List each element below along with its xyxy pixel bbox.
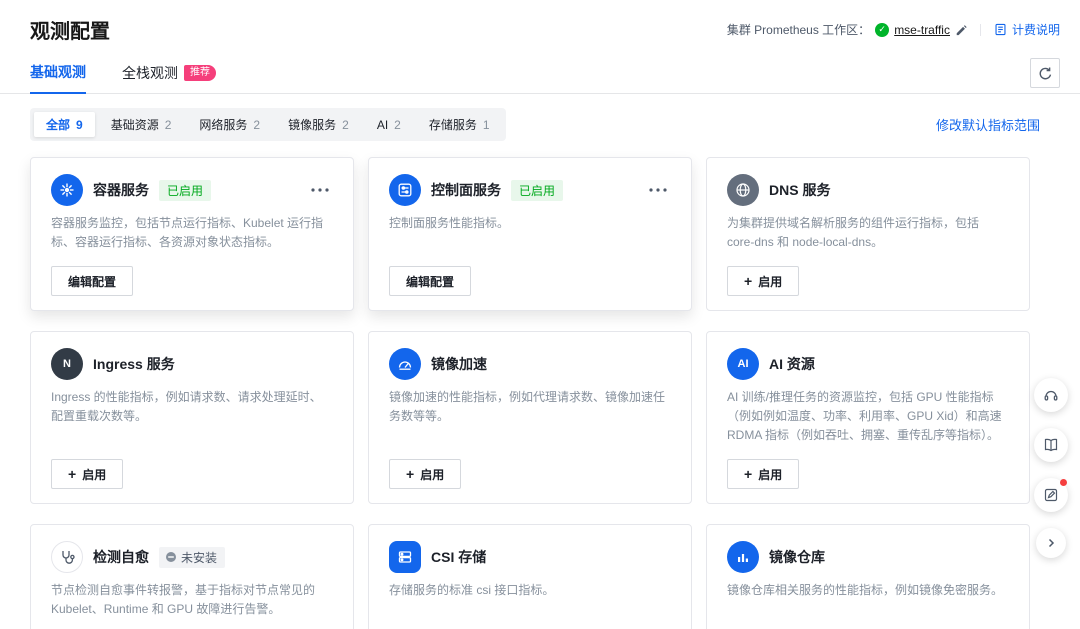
card-description: 为集群提供域名解析服务的组件运行指标，包括 core-dns 和 node-lo…	[727, 214, 1009, 252]
card-ai-resources: AI AI 资源 AI 训练/推理任务的资源监控，包括 GPU 性能指标（例如例…	[706, 331, 1030, 504]
tab-bar: 基础观测 全栈观测 推荐	[0, 56, 1080, 94]
card-description: 镜像加速的性能指标，例如代理请求数、镜像加速任务数等等。	[389, 388, 671, 426]
floating-action-stack	[1034, 378, 1068, 558]
feedback-button[interactable]	[1034, 478, 1068, 512]
topbar: 观测配置 集群 Prometheus 工作区： ✓ mse-traffic 计费…	[0, 0, 1080, 56]
modify-default-metrics-link[interactable]: 修改默认指标范围	[936, 115, 1040, 134]
card-detect-self-healing: 检测自愈 未安装 节点检测自愈事件转报警，基于指标对节点常见的 Kubelet、…	[30, 524, 354, 629]
filter-basic-resources[interactable]: 基础资源2	[99, 112, 184, 137]
workspace-label: 集群 Prometheus 工作区：	[727, 21, 870, 38]
status-badge: 已启用	[511, 180, 563, 201]
speedometer-icon	[389, 348, 421, 380]
card-description: 控制面服务性能指标。	[389, 214, 671, 233]
card-description: 节点检测自愈事件转报警，基于指标对节点常见的 Kubelet、Runtime 和…	[51, 581, 333, 619]
notification-dot	[1060, 479, 1067, 486]
page-title: 观测配置	[30, 15, 110, 44]
divider	[980, 24, 981, 36]
card-title: Ingress 服务	[93, 354, 175, 374]
card-image-registry: 镜像仓库 镜像仓库相关服务的性能指标，例如镜像免密服务。 +启用	[706, 524, 1030, 629]
card-title: CSI 存储	[431, 547, 486, 567]
enable-button[interactable]: +启用	[389, 459, 461, 489]
card-description: AI 训练/推理任务的资源监控，包括 GPU 性能指标（例如例如温度、功率、利用…	[727, 388, 1009, 445]
kubernetes-icon	[51, 174, 83, 206]
card-title: 镜像加速	[431, 354, 487, 374]
nginx-icon: N	[51, 348, 83, 380]
tab-basic-observation[interactable]: 基础观测	[30, 62, 86, 94]
support-headset-button[interactable]	[1034, 378, 1068, 412]
globe-icon	[727, 174, 759, 206]
control-plane-icon	[389, 174, 421, 206]
card-title: 容器服务	[93, 180, 149, 200]
check-circle-icon: ✓	[875, 23, 889, 37]
edit-config-button[interactable]: 编辑配置	[51, 266, 133, 296]
topbar-right: 集群 Prometheus 工作区： ✓ mse-traffic 计费说明	[727, 21, 1060, 38]
card-description: Ingress 的性能指标，例如请求数、请求处理延时、配置重载次数等。	[51, 388, 333, 426]
tab-label: 全栈观测	[122, 63, 178, 83]
card-image-acceleration: 镜像加速 镜像加速的性能指标，例如代理请求数、镜像加速任务数等等。 +启用	[368, 331, 692, 504]
more-menu-button[interactable]	[307, 184, 333, 196]
collapse-chevron-button[interactable]	[1036, 528, 1066, 558]
filter-network-services[interactable]: 网络服务2	[187, 112, 272, 137]
edit-config-button[interactable]: 编辑配置	[389, 266, 471, 296]
card-description: 镜像仓库相关服务的性能指标，例如镜像免密服务。	[727, 581, 1009, 600]
card-description: 容器服务监控，包括节点运行指标、Kubelet 运行指标、容器运行指标、各资源对…	[51, 214, 333, 252]
refresh-button[interactable]	[1030, 58, 1060, 88]
enable-button[interactable]: +启用	[727, 266, 799, 296]
card-title: 控制面服务	[431, 180, 501, 200]
storage-icon	[389, 541, 421, 573]
card-ingress-service: N Ingress 服务 Ingress 的性能指标，例如请求数、请求处理延时、…	[30, 331, 354, 504]
edit-workspace-icon[interactable]	[955, 24, 967, 36]
more-menu-button[interactable]	[645, 184, 671, 196]
stethoscope-icon	[51, 541, 83, 573]
documentation-book-button[interactable]	[1034, 428, 1068, 462]
card-title: DNS 服务	[769, 180, 830, 200]
card-title: 镜像仓库	[769, 547, 825, 567]
card-title: AI 资源	[769, 354, 815, 374]
card-description: 存储服务的标准 csi 接口指标。	[389, 581, 671, 600]
card-container-service: 容器服务 已启用 容器服务监控，包括节点运行指标、Kubelet 运行指标、容器…	[30, 157, 354, 311]
card-title: 检测自愈	[93, 547, 149, 567]
plus-icon: +	[406, 467, 414, 481]
enable-button[interactable]: +启用	[727, 459, 799, 489]
plus-icon: +	[744, 274, 752, 288]
billing-link[interactable]: 计费说明	[1012, 21, 1060, 38]
category-filter-bar: 全部9 基础资源2 网络服务2 镜像服务2 AI2 存储服务1	[30, 108, 506, 141]
filter-ai[interactable]: AI2	[365, 114, 413, 136]
card-csi-storage: CSI 存储 存储服务的标准 csi 接口指标。 +启用	[368, 524, 692, 629]
filter-image-services[interactable]: 镜像服务2	[276, 112, 361, 137]
bar-chart-icon	[727, 541, 759, 573]
cards-grid: 容器服务 已启用 容器服务监控，包括节点运行指标、Kubelet 运行指标、容器…	[30, 157, 1030, 629]
filter-storage-services[interactable]: 存储服务1	[417, 112, 502, 137]
recommend-badge: 推荐	[184, 65, 216, 81]
filter-row: 全部9 基础资源2 网络服务2 镜像服务2 AI2 存储服务1 修改默认指标范围	[30, 108, 1040, 141]
workspace-name-link[interactable]: mse-traffic	[894, 23, 950, 37]
observability-config-page: 观测配置 集群 Prometheus 工作区： ✓ mse-traffic 计费…	[0, 0, 1080, 629]
enable-button[interactable]: +启用	[51, 459, 123, 489]
ai-icon: AI	[727, 348, 759, 380]
plus-icon: +	[68, 467, 76, 481]
billing-doc-icon	[994, 23, 1007, 36]
plus-icon: +	[744, 467, 752, 481]
filter-all[interactable]: 全部9	[34, 112, 95, 137]
card-control-plane-service: 控制面服务 已启用 控制面服务性能指标。 编辑配置	[368, 157, 692, 311]
tab-label: 基础观测	[30, 62, 86, 82]
status-badge: 已启用	[159, 180, 211, 201]
card-dns-service: DNS 服务 为集群提供域名解析服务的组件运行指标，包括 core-dns 和 …	[706, 157, 1030, 311]
minus-circle-icon	[165, 551, 177, 563]
tab-fullstack-observation[interactable]: 全栈观测 推荐	[122, 63, 216, 93]
status-badge: 未安装	[159, 547, 225, 568]
